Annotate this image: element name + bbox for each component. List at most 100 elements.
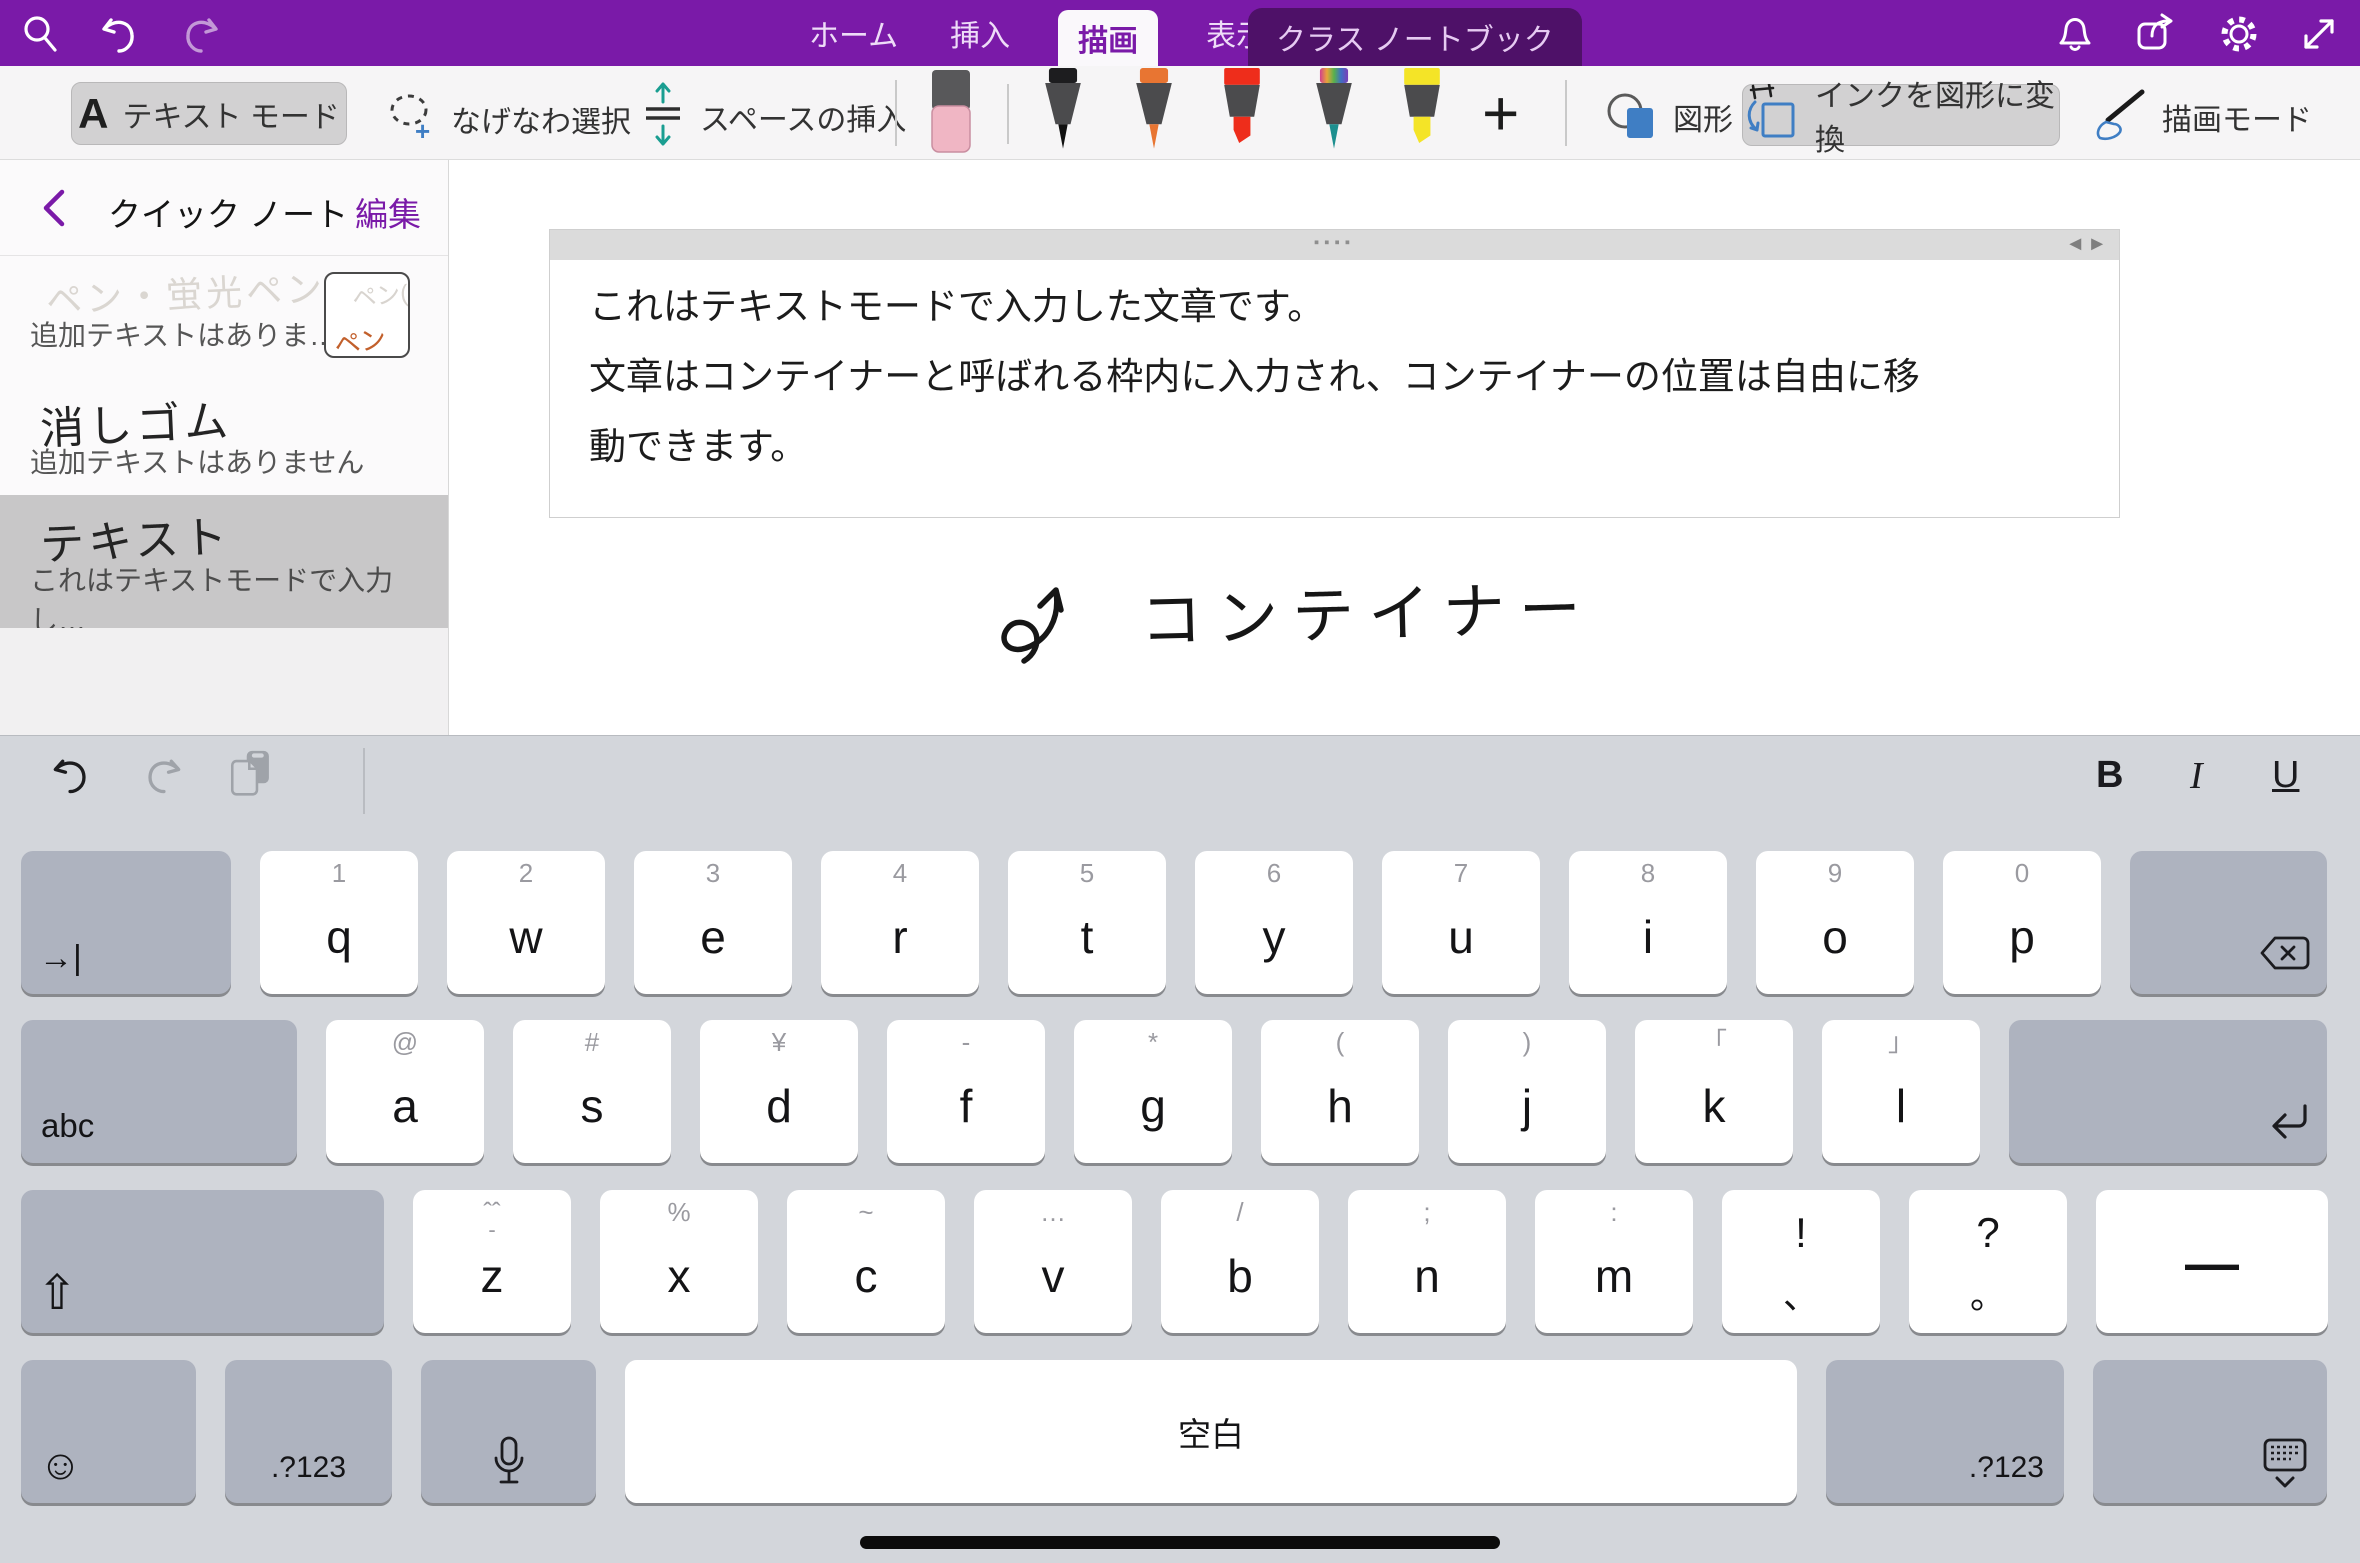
- home-indicator[interactable]: [860, 1536, 1500, 1549]
- key-alt-label: 7: [1454, 860, 1468, 886]
- key-l[interactable]: 」l: [1822, 1020, 1980, 1163]
- italic-button[interactable]: I: [2190, 754, 2203, 798]
- dismiss-keyboard-key[interactable]: [2093, 1360, 2327, 1503]
- back-chevron-icon[interactable]: [38, 186, 68, 235]
- onscreen-keyboard: B I U →|1q2w3e4r5t6y7u8i9o0p abc@a#s¥d-f…: [0, 735, 2360, 1563]
- edit-button[interactable]: 編集: [355, 188, 421, 236]
- key-m[interactable]: :m: [1535, 1190, 1693, 1333]
- kb-redo-icon[interactable]: [140, 752, 186, 798]
- key-label: 空白: [1178, 1408, 1244, 1456]
- lasso-icon: +: [385, 88, 437, 149]
- add-pen-button[interactable]: +: [1482, 78, 1519, 148]
- paste-icon[interactable]: [228, 750, 274, 796]
- key-q[interactable]: 1q: [260, 851, 418, 994]
- key-alt-label: 6: [1267, 860, 1281, 886]
- bold-button[interactable]: B: [2096, 754, 2123, 797]
- lasso-select-button[interactable]: + なげなわ選択: [385, 88, 631, 149]
- rainbow-pen-tool[interactable]: [1306, 68, 1362, 163]
- ink-to-shape-label: インクを図形に変換: [1815, 71, 2059, 159]
- note-text-block[interactable]: これはテキストモードで入力した文章です。 文章はコンテイナーと呼ばれる枠内に入力…: [589, 272, 1920, 482]
- tab-insert[interactable]: 挿入: [946, 0, 1014, 66]
- note-canvas[interactable]: ▪▪▪▪ ◄► これはテキストモードで入力した文章です。 文章はコンテイナーと呼…: [450, 160, 2360, 735]
- key-alt-label: ~: [858, 1199, 873, 1225]
- emoji-key[interactable]: ☺: [21, 1360, 196, 1503]
- text-container[interactable]: ▪▪▪▪ ◄► これはテキストモードで入力した文章です。 文章はコンテイナーと呼…: [549, 229, 2120, 518]
- tab-class-notebook[interactable]: クラス ノートブック: [1248, 8, 1582, 66]
- container-resize-arrows-icon[interactable]: ◄►: [2065, 233, 2109, 256]
- fullscreen-expand-icon[interactable]: [2296, 11, 2342, 57]
- key-u[interactable]: 7u: [1382, 851, 1540, 994]
- key-f[interactable]: -f: [887, 1020, 1045, 1163]
- page-item-pen[interactable]: ペン・蛍光ペン 追加テキストはありま… ペン( ペン: [0, 256, 448, 385]
- page-item-text-selected[interactable]: テキスト これはテキストモードで入力し…: [0, 495, 448, 628]
- space-key[interactable]: 空白: [625, 1360, 1797, 1503]
- shift-key[interactable]: ⇧: [21, 1190, 384, 1333]
- page-item-eraser[interactable]: 消しゴム 追加テキストはありません: [0, 385, 448, 495]
- share-icon[interactable]: [2132, 11, 2178, 57]
- undo-icon[interactable]: [96, 11, 142, 57]
- sidebar-empty-area: [0, 628, 448, 735]
- search-icon[interactable]: [18, 11, 64, 57]
- key-n[interactable]: ;n: [1348, 1190, 1506, 1333]
- exclamation-comma-key[interactable]: !、: [1722, 1190, 1880, 1333]
- black-pen-tool[interactable]: [1035, 68, 1091, 163]
- yellow-highlighter-tool[interactable]: [1394, 68, 1450, 163]
- shapes-button[interactable]: 図形: [1603, 86, 1733, 147]
- draw-toolbar: A テキスト モード + なげなわ選択 スペースの挿入: [0, 66, 2360, 160]
- key-j[interactable]: )j: [1448, 1020, 1606, 1163]
- key-k[interactable]: 「k: [1635, 1020, 1793, 1163]
- numbers-key-right[interactable]: .?123: [1826, 1360, 2064, 1503]
- title-bar: ホーム 挿入 描画 表示 クラス ノートブック: [0, 0, 2360, 66]
- dash-key[interactable]: —: [2096, 1190, 2328, 1333]
- container-drag-handle[interactable]: ▪▪▪▪ ◄►: [550, 230, 2119, 260]
- redo-icon[interactable]: [178, 11, 224, 57]
- key-h[interactable]: (h: [1261, 1020, 1419, 1163]
- backspace-key[interactable]: [2130, 851, 2327, 994]
- abc-key[interactable]: abc: [21, 1020, 297, 1163]
- eraser-tool[interactable]: [928, 68, 974, 161]
- insert-space-button[interactable]: スペースの挿入: [640, 82, 906, 151]
- key-label: —: [2185, 1233, 2239, 1295]
- key-z[interactable]: ˆˆ-z: [413, 1190, 571, 1333]
- underline-button[interactable]: U: [2272, 754, 2299, 797]
- return-key[interactable]: [2009, 1020, 2327, 1163]
- tab-home[interactable]: ホーム: [805, 0, 902, 66]
- key-s[interactable]: #s: [513, 1020, 671, 1163]
- draw-mode-button[interactable]: 描画モード: [2090, 86, 2312, 147]
- key-p[interactable]: 0p: [1943, 851, 2101, 994]
- key-alt-label: 5: [1080, 860, 1094, 886]
- key-x[interactable]: %x: [600, 1190, 758, 1333]
- key-r[interactable]: 4r: [821, 851, 979, 994]
- notifications-bell-icon[interactable]: [2052, 11, 2098, 57]
- tab-key[interactable]: →|: [21, 851, 231, 994]
- key-b[interactable]: /b: [1161, 1190, 1319, 1333]
- settings-gear-icon[interactable]: [2216, 11, 2262, 57]
- numbers-key-left[interactable]: .?123: [225, 1360, 392, 1503]
- page-item-subtitle: これはテキストモードで入力し…: [30, 559, 448, 639]
- key-o[interactable]: 9o: [1756, 851, 1914, 994]
- key-alt-label: ¥: [772, 1029, 786, 1055]
- key-e[interactable]: 3e: [634, 851, 792, 994]
- key-label: z: [481, 1249, 504, 1303]
- key-c[interactable]: ~c: [787, 1190, 945, 1333]
- keyboard-row-3: ⇧ˆˆ-z%x~c…v/b;n:m!、?。 —: [21, 1190, 2328, 1333]
- key-a[interactable]: @a: [326, 1020, 484, 1163]
- kb-undo-icon[interactable]: [48, 752, 94, 798]
- thumbnail-ink-gray: ペン(: [350, 273, 409, 314]
- ink-to-shape-button[interactable]: インクを図形に変換: [1742, 84, 2060, 146]
- key-i[interactable]: 8i: [1569, 851, 1727, 994]
- key-v[interactable]: …v: [974, 1190, 1132, 1333]
- question-period-key[interactable]: ?。: [1909, 1190, 2067, 1333]
- dictation-key[interactable]: [421, 1360, 596, 1503]
- tab-draw[interactable]: 描画: [1058, 10, 1158, 66]
- text-mode-button[interactable]: A テキスト モード: [71, 82, 347, 145]
- orange-pen-tool[interactable]: [1126, 68, 1182, 163]
- key-y[interactable]: 6y: [1195, 851, 1353, 994]
- red-highlighter-tool[interactable]: [1214, 68, 1270, 163]
- key-d[interactable]: ¥d: [700, 1020, 858, 1163]
- page-item-subtitle: 追加テキストはありません: [30, 441, 364, 481]
- key-t[interactable]: 5t: [1008, 851, 1166, 994]
- key-g[interactable]: *g: [1074, 1020, 1232, 1163]
- key-w[interactable]: 2w: [447, 851, 605, 994]
- text-mode-label: テキスト モード: [122, 92, 339, 136]
